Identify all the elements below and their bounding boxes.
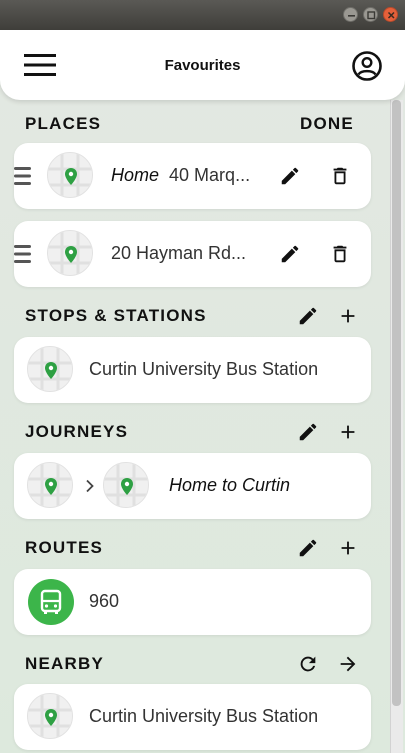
map-pin-icon <box>28 347 72 391</box>
edit-pencil-icon[interactable] <box>297 305 319 327</box>
map-thumbnail-origin <box>27 462 73 508</box>
map-thumbnail <box>47 152 93 198</box>
place-address: 20 Hayman Rd... <box>111 243 247 263</box>
nearby-card[interactable]: Curtin University Bus Station <box>14 684 371 750</box>
journeys-header: JOURNEYS <box>25 422 129 441</box>
scrollbar-thumb[interactable] <box>392 100 401 706</box>
nearby-stop-name: Curtin University Bus Station <box>89 706 319 726</box>
minimize-button[interactable] <box>343 7 358 22</box>
scrollbar[interactable] <box>390 100 403 753</box>
edit-pencil-icon[interactable] <box>297 421 319 443</box>
delete-trash-icon[interactable] <box>329 165 351 187</box>
edit-pencil-icon[interactable] <box>279 243 301 265</box>
map-thumbnail <box>47 230 93 276</box>
map-pin-icon <box>48 231 92 275</box>
drag-handle-icon[interactable] <box>14 244 31 264</box>
stop-name: Curtin University Bus Station <box>89 359 319 379</box>
edit-pencil-icon[interactable] <box>297 537 319 559</box>
close-button[interactable] <box>383 7 398 22</box>
routes-header: ROUTES <box>25 538 104 557</box>
map-thumbnail <box>27 346 73 392</box>
bus-icon <box>28 579 74 625</box>
refresh-icon[interactable] <box>297 653 319 675</box>
delete-trash-icon[interactable] <box>329 243 351 265</box>
maximize-button[interactable] <box>363 7 378 22</box>
done-button[interactable]: DONE <box>300 114 354 134</box>
page-title: Favourites <box>164 57 241 74</box>
chevron-right-icon <box>86 479 94 493</box>
arrow-forward-icon[interactable] <box>337 653 359 675</box>
stops-header: STOPS & STATIONS <box>25 306 207 325</box>
map-pin-icon <box>28 463 72 507</box>
places-header: PLACES <box>25 114 102 133</box>
app-bar: Favourites <box>0 30 405 100</box>
place-card-home[interactable]: Home 40 Marq... <box>14 143 371 209</box>
window-titlebar <box>0 0 405 30</box>
route-number: 960 <box>89 591 120 611</box>
map-pin-icon <box>48 153 92 197</box>
nearby-header: NEARBY <box>25 654 104 673</box>
route-card[interactable]: 960 <box>14 569 371 635</box>
journey-name: Home to Curtin <box>169 475 291 495</box>
add-plus-icon[interactable] <box>337 537 359 559</box>
place-address: 40 Marq... <box>169 165 251 185</box>
minimize-icon <box>348 15 355 17</box>
stop-card[interactable]: Curtin University Bus Station <box>14 337 371 403</box>
journey-card[interactable]: Home to Curtin <box>14 453 371 519</box>
close-icon <box>387 11 395 19</box>
maximize-icon <box>367 11 376 20</box>
place-name: Home <box>111 165 160 185</box>
drag-handle-icon[interactable] <box>14 166 31 186</box>
app-content: Favourites PLACES DONE Home 40 Marq... 2… <box>0 30 405 753</box>
map-pin-icon <box>28 694 72 738</box>
add-plus-icon[interactable] <box>337 421 359 443</box>
edit-pencil-icon[interactable] <box>279 165 301 187</box>
place-card-address[interactable]: 20 Hayman Rd... <box>14 221 371 287</box>
add-plus-icon[interactable] <box>337 305 359 327</box>
map-thumbnail <box>27 693 73 739</box>
map-pin-icon <box>104 463 148 507</box>
account-circle-icon[interactable] <box>351 50 383 82</box>
map-thumbnail-destination <box>103 462 149 508</box>
